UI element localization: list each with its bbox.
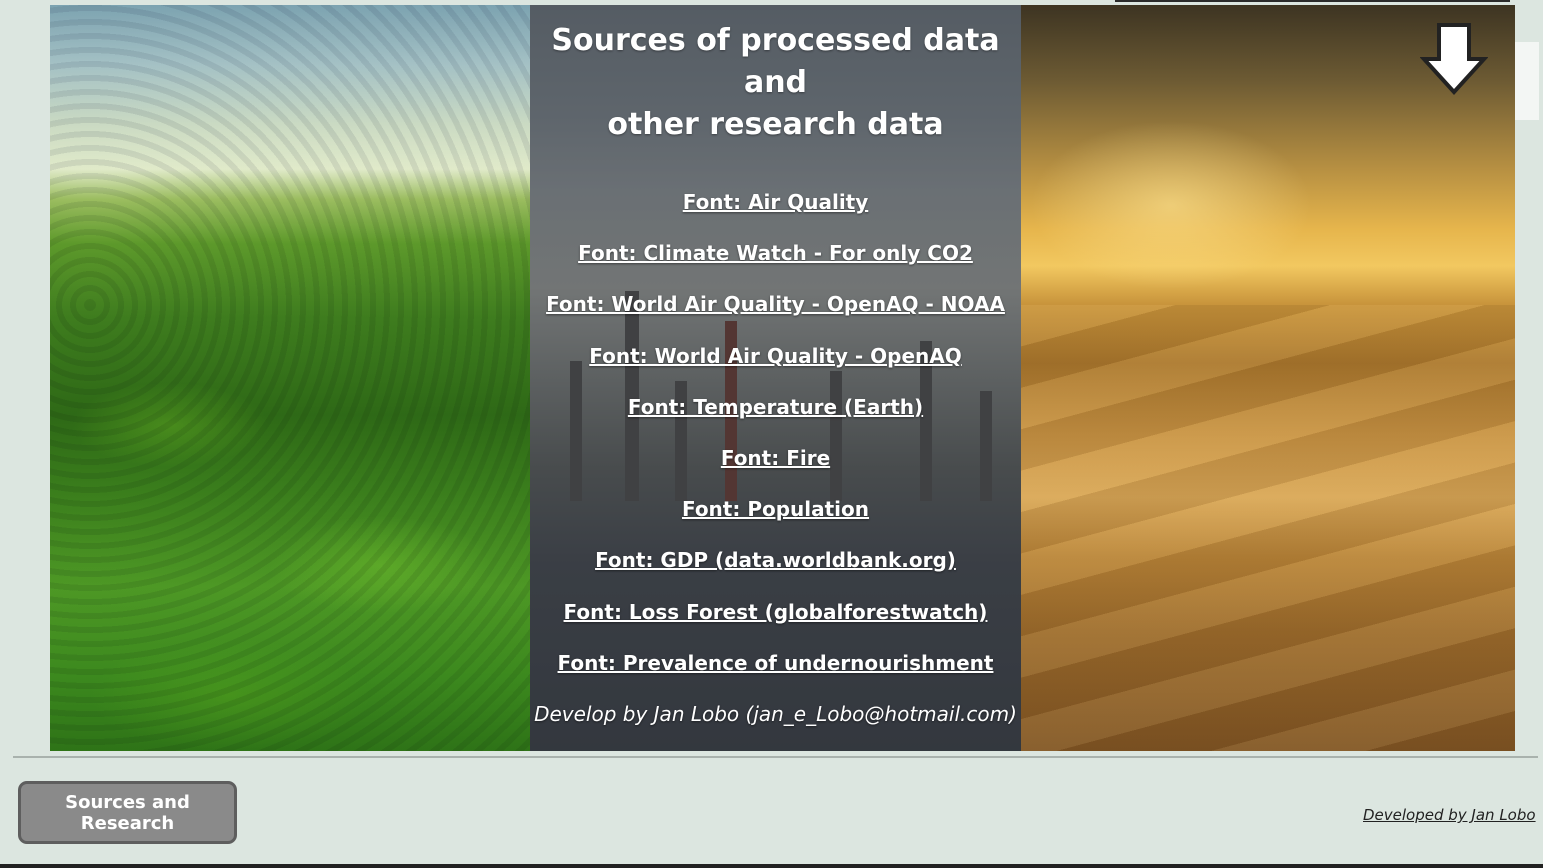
top-edge-strip — [1115, 0, 1510, 2]
scrollbar[interactable] — [1515, 42, 1539, 120]
list-item: Font: Temperature (Earth) — [530, 393, 1021, 444]
developer-credit: Develop by Jan Lobo (jan_e_Lobo@hotmail.… — [534, 702, 1017, 726]
page: Sources of processed data and other rese… — [0, 0, 1543, 868]
panel-title-line-2: other research data — [607, 107, 944, 142]
forest-image — [50, 5, 530, 751]
hero-banner: Sources of processed data and other rese… — [50, 5, 1515, 751]
sources-and-research-button[interactable]: Sources and Research — [18, 781, 237, 844]
list-item: Font: Prevalence of undernourishment — [530, 649, 1021, 700]
list-item: Font: World Air Quality - OpenAQ - NOAA — [530, 290, 1021, 341]
desert-image — [1021, 5, 1515, 751]
source-link-undernourishment[interactable]: Font: Prevalence of undernourishment — [558, 651, 994, 675]
divider — [13, 756, 1538, 758]
source-link-population[interactable]: Font: Population — [682, 497, 869, 521]
panel-title-line-1: Sources of processed data and — [551, 23, 1000, 100]
list-item: Font: Population — [530, 495, 1021, 546]
arrow-down-icon[interactable] — [1419, 22, 1489, 98]
list-item: Font: Air Quality — [530, 188, 1021, 239]
developed-by-link[interactable]: Developed by Jan Lobo — [1363, 806, 1536, 824]
list-item: Font: GDP (data.worldbank.org) — [530, 546, 1021, 597]
bottom-edge-bar — [0, 864, 1543, 868]
source-link-air-quality[interactable]: Font: Air Quality — [683, 190, 869, 214]
list-item: Font: World Air Quality - OpenAQ — [530, 342, 1021, 393]
sources-panel: Sources of processed data and other rese… — [530, 5, 1021, 751]
panel-title: Sources of processed data and other rese… — [530, 20, 1021, 146]
source-links-list: Font: Air Quality Font: Climate Watch - … — [530, 188, 1021, 700]
source-link-gdp[interactable]: Font: GDP (data.worldbank.org) — [595, 548, 956, 572]
source-link-loss-forest[interactable]: Font: Loss Forest (globalforestwatch) — [564, 600, 988, 624]
source-link-climate-watch[interactable]: Font: Climate Watch - For only CO2 — [578, 241, 973, 265]
list-item: Font: Fire — [530, 444, 1021, 495]
source-link-temperature[interactable]: Font: Temperature (Earth) — [628, 395, 923, 419]
list-item: Font: Climate Watch - For only CO2 — [530, 239, 1021, 290]
source-link-fire[interactable]: Font: Fire — [721, 446, 830, 470]
source-link-openaq[interactable]: Font: World Air Quality - OpenAQ — [589, 344, 961, 368]
list-item: Font: Loss Forest (globalforestwatch) — [530, 598, 1021, 649]
source-link-openaq-noaa[interactable]: Font: World Air Quality - OpenAQ - NOAA — [546, 292, 1005, 316]
